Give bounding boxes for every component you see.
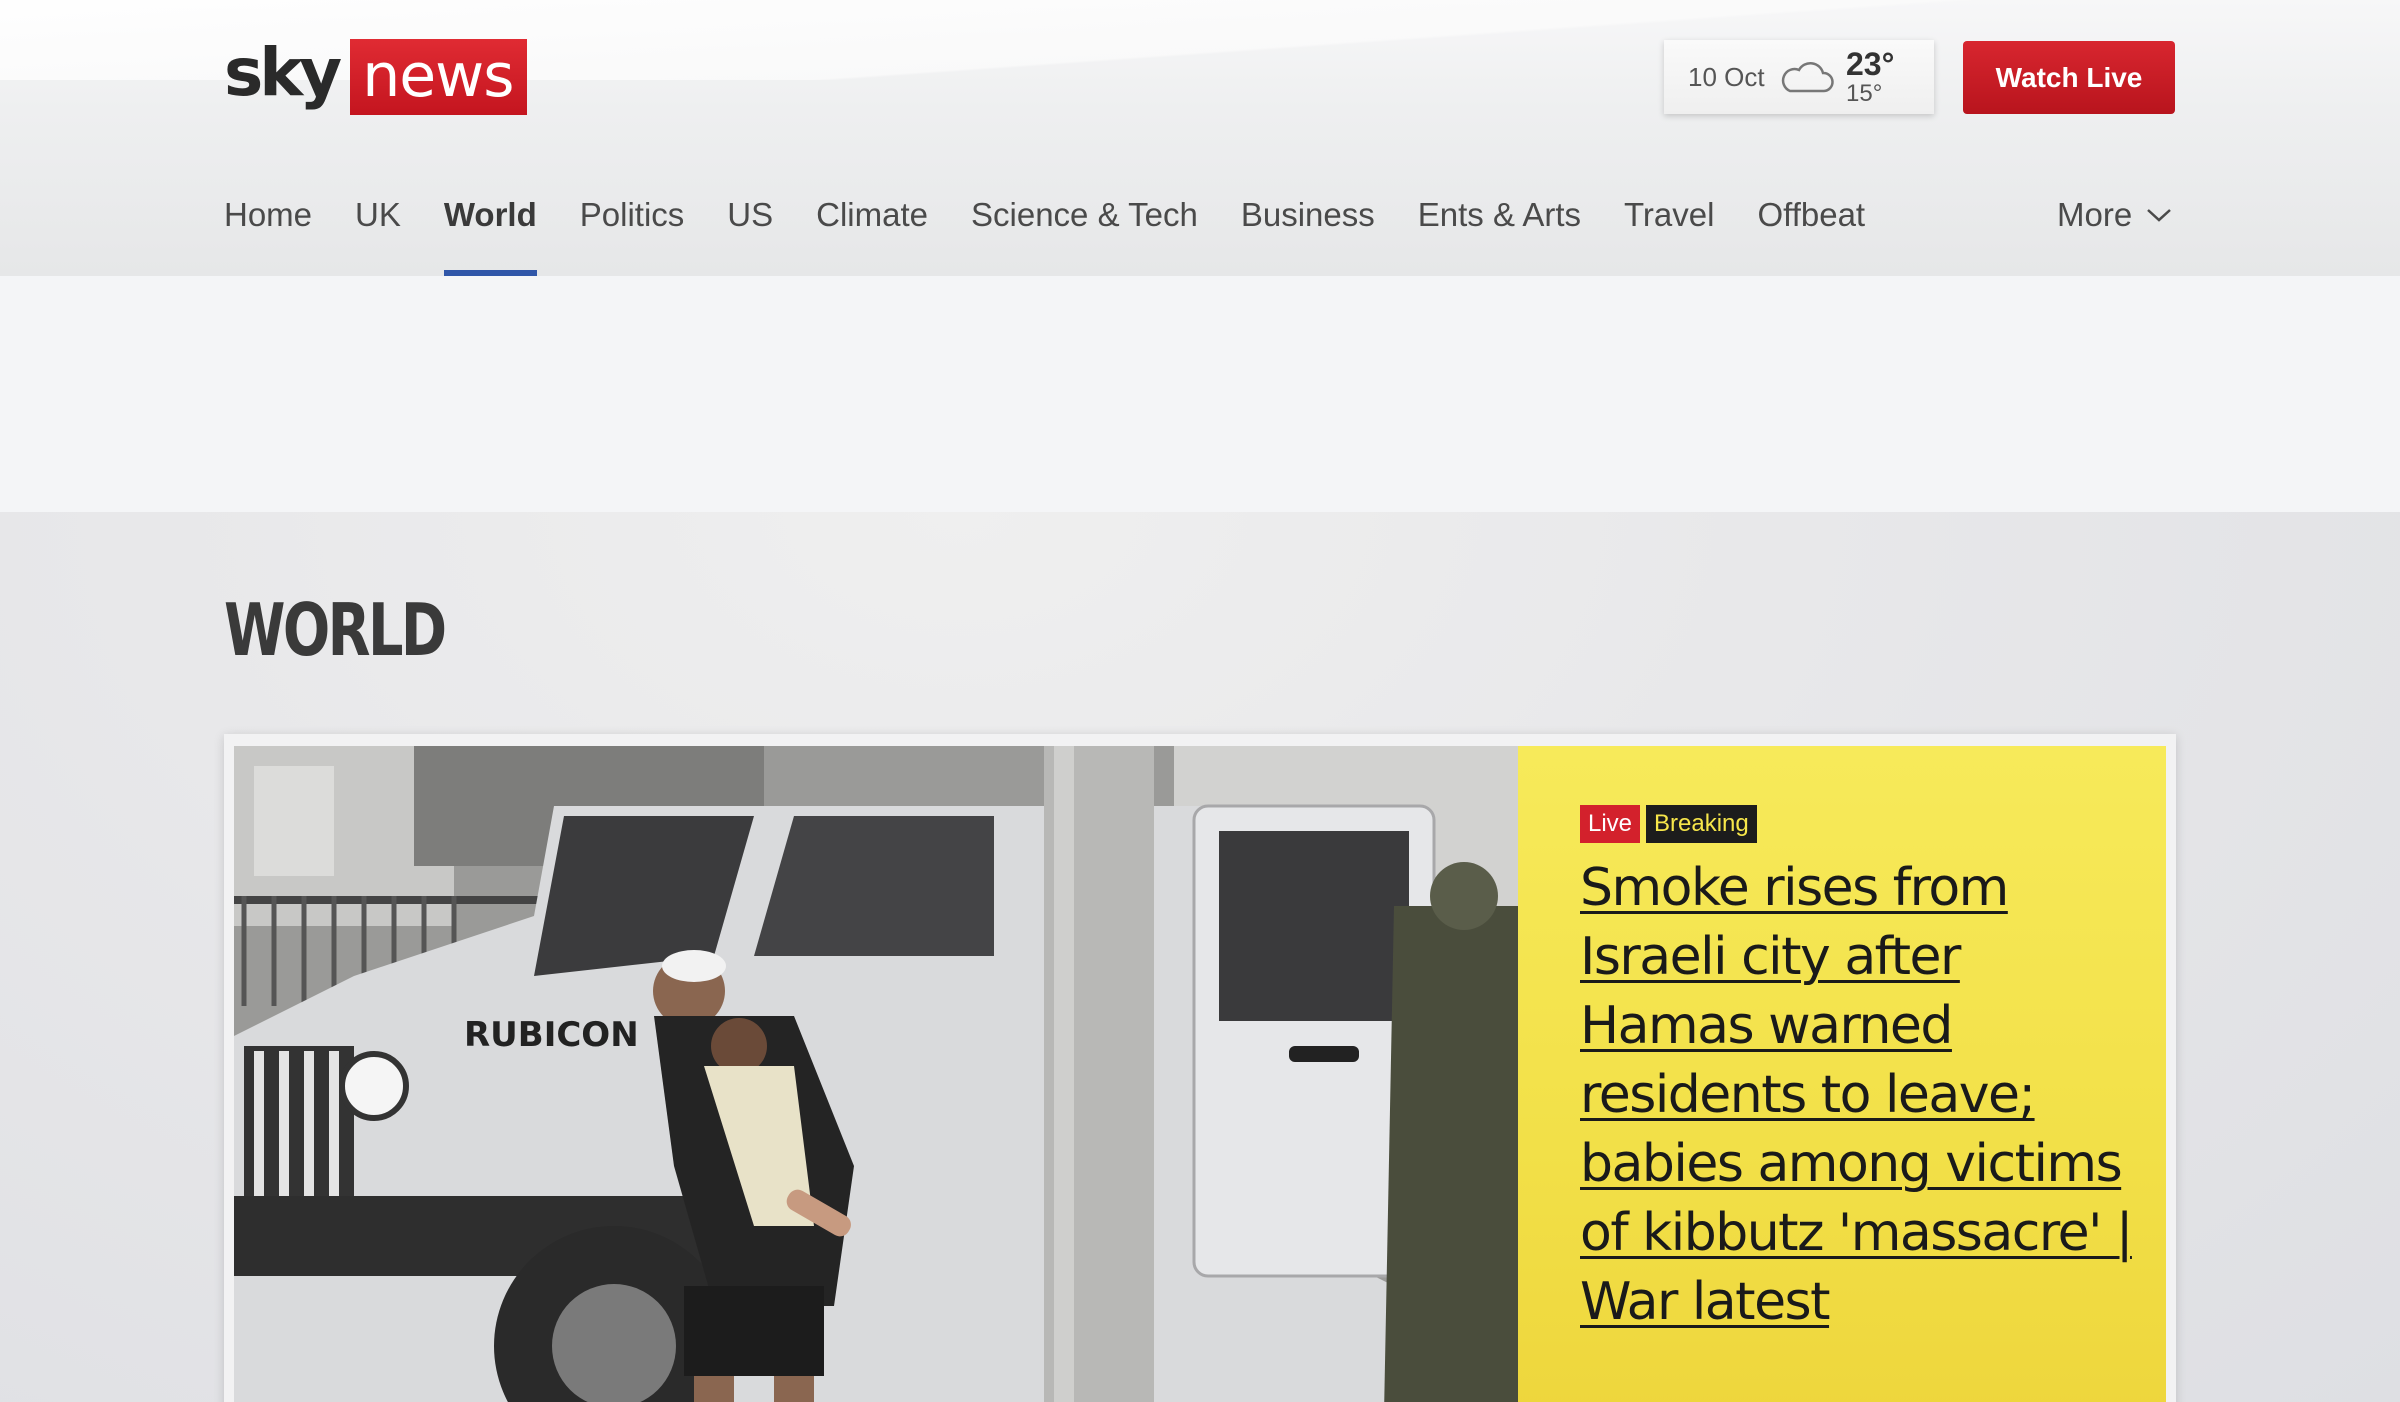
nav-item-home[interactable]: Home	[224, 186, 312, 276]
weather-temps: 23° 15°	[1846, 48, 1894, 106]
weather-high: 23°	[1846, 46, 1895, 82]
nav-item-travel[interactable]: Travel	[1624, 186, 1714, 276]
nav-item-us[interactable]: US	[727, 186, 773, 276]
nav-item-ents-arts[interactable]: Ents & Arts	[1418, 186, 1581, 276]
nav-item-science-tech[interactable]: Science & Tech	[971, 186, 1198, 276]
nav-item-climate[interactable]: Climate	[816, 186, 928, 276]
nav-item-world[interactable]: World	[443, 186, 537, 276]
chevron-down-icon	[2147, 209, 2172, 222]
world-section: WORLD RUBICON Live Breaking Smoke rises …	[0, 512, 2400, 1402]
weather-low: 15°	[1846, 80, 1883, 107]
weather-date: 10 Oct	[1688, 61, 1765, 92]
nav-item-uk[interactable]: UK	[355, 186, 401, 276]
live-badge: Live	[1580, 805, 1641, 843]
ad-placeholder	[0, 276, 2400, 512]
hero-photo-illustration: RUBICON	[234, 746, 1518, 1402]
breaking-badge: Breaking	[1646, 805, 1757, 843]
logo-news-text: news	[350, 39, 528, 115]
hero-story-image[interactable]: RUBICON	[234, 746, 1518, 1402]
nav-more-button[interactable]: More	[2057, 196, 2172, 234]
sky-news-logo[interactable]: sky news	[224, 34, 528, 118]
hero-story-panel: Live Breaking Smoke rises from Israeli c…	[1518, 746, 2166, 1402]
watch-live-button[interactable]: Watch Live	[1963, 41, 2175, 114]
nav-item-business[interactable]: Business	[1241, 186, 1375, 276]
nav-item-offbeat[interactable]: Offbeat	[1757, 186, 1865, 276]
cloud-icon	[1781, 61, 1834, 93]
hero-headline-link[interactable]: Smoke rises from Israeli city after Hama…	[1580, 854, 2140, 1337]
site-header: sky news 10 Oct 23° 15° Watch Live Home …	[0, 0, 2400, 276]
nav-more-label: More	[2057, 196, 2133, 233]
hero-story-card: RUBICON Live Breaking Smoke rises from I…	[224, 734, 2176, 1402]
nav-item-politics[interactable]: Politics	[580, 186, 685, 276]
vehicle-badge-text: RUBICON	[464, 1015, 639, 1055]
story-badges: Live Breaking	[1580, 805, 1757, 843]
logo-sky-text: sky	[224, 34, 342, 111]
main-nav: Home UK World Politics US Climate Scienc…	[224, 186, 1908, 276]
section-title: WORLD	[224, 588, 447, 672]
weather-widget[interactable]: 10 Oct 23° 15°	[1664, 40, 1934, 114]
